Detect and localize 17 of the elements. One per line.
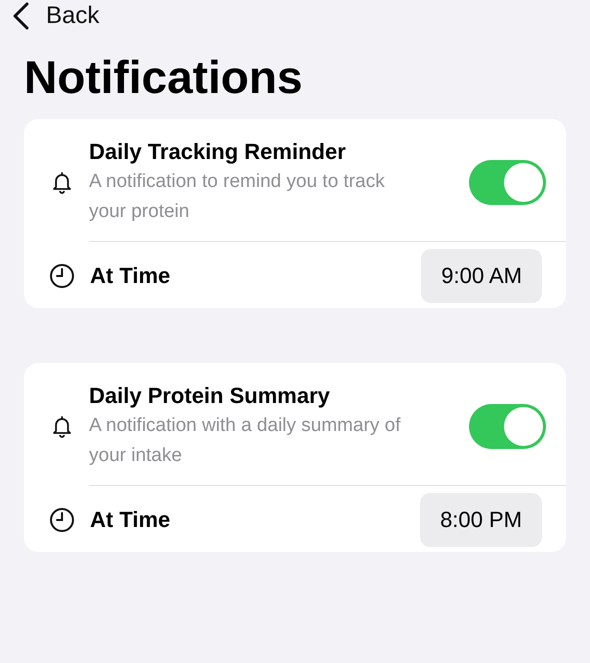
toggle-switch[interactable] (469, 404, 546, 449)
time-button[interactable]: 9:00 AM (421, 249, 542, 304)
chevron-left-icon (12, 2, 30, 30)
time-label: At Time (90, 507, 172, 534)
page-title: Notifications (24, 50, 304, 105)
notification-title: Daily Tracking Reminder (89, 138, 347, 166)
notification-title: Daily Protein Summary (89, 382, 331, 410)
time-label: At Time (90, 263, 172, 290)
notification-description: A notification with a daily summary of your intake (89, 414, 402, 468)
toggle-switch[interactable] (469, 160, 546, 205)
bell-icon (50, 414, 74, 438)
clock-icon (49, 263, 75, 290)
time-button[interactable]: 8:00 PM (420, 493, 542, 548)
notification-description: A notification to remind you to track your protein (89, 170, 386, 224)
bell-icon (50, 170, 74, 194)
back-button[interactable]: Back (12, 2, 100, 30)
clock-icon (49, 507, 75, 534)
